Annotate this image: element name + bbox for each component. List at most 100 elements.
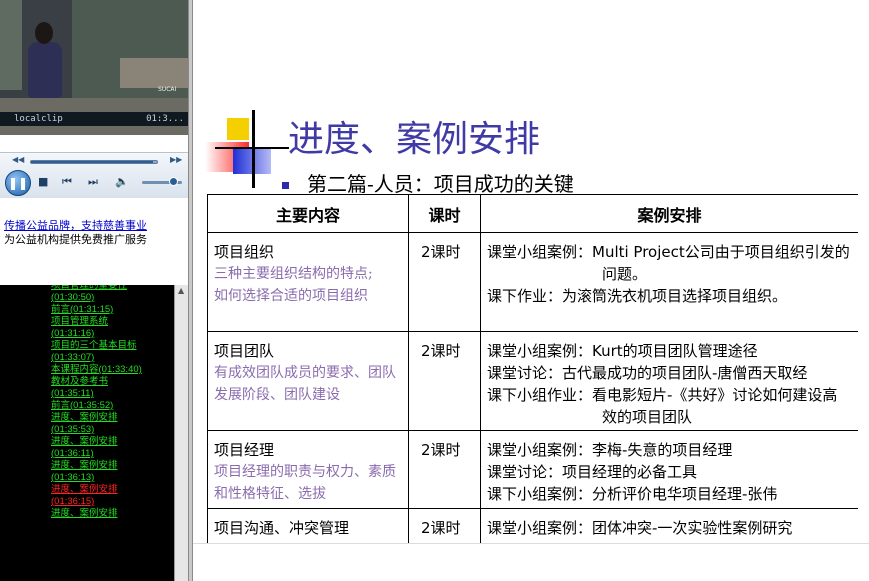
chapter-item-label: (01:33:07)	[51, 352, 95, 363]
chapter-item-label: 教材及参考书	[51, 376, 109, 387]
chapter-item-label: 进度、案例安排	[51, 412, 118, 423]
chapter-item[interactable]: 进度、案例安排 (01:36:11)	[0, 436, 174, 460]
case-item: 课堂小组案例：Kurt的项目团队管理途径	[487, 342, 758, 360]
case-item: 课堂讨论：古代最成功的项目团队-唐僧西天取经	[487, 364, 808, 382]
chapter-item-label: 项目管理的重要性	[51, 285, 128, 291]
clip-time: 01:3...	[146, 114, 184, 124]
hours-cell: 2课时	[408, 430, 481, 509]
topic-cell: 项目沟通、冲突管理	[207, 508, 409, 543]
lecturer-figure	[28, 42, 62, 98]
topic-name: 项目团队	[214, 342, 275, 360]
scroll-up-icon[interactable]: ▲	[178, 286, 184, 295]
chapter-item-label: 进度、案例安排	[51, 508, 118, 519]
chapter-item-label: 前言(01:35:52)	[51, 400, 114, 411]
clip-name: localclip	[14, 114, 63, 124]
chapter-item-label: 项目的三个基本目标	[51, 340, 137, 351]
chapter-item[interactable]: 教材及参考书 (01:35:11)	[0, 376, 174, 400]
cases-cell: 课堂小组案例：Kurt的项目团队管理途径课堂讨论：古代最成功的项目团队-唐僧西天…	[480, 331, 858, 431]
chapter-scrollbar[interactable]: ▲	[174, 285, 188, 581]
column-header: 课时	[408, 194, 481, 233]
chapter-item-label: (01:30:50)	[51, 292, 95, 303]
chapter-item[interactable]: 进度、案例安排 (01:35:53)	[0, 412, 174, 436]
topic-description: 项目经理的职责与权力、素质和性格特征、选拔	[214, 464, 396, 502]
title-decoration	[215, 147, 289, 149]
chapter-item[interactable]: 进度、案例安排 (01:36:13)	[0, 460, 174, 484]
seek-slider[interactable]	[30, 160, 158, 164]
promo-link[interactable]: 传播公益品牌，支持慈善事业	[4, 219, 188, 233]
hours-cell: 2课时	[408, 232, 481, 332]
slide-top-margin	[193, 0, 869, 38]
topic-name: 项目经理	[214, 441, 275, 459]
bullet-icon	[282, 182, 289, 189]
left-panel: SUCAI localclip 01:3... ◀◀ ▶▶ ❚❚ ■ ⏮ ⏭ 🔈…	[0, 0, 192, 581]
case-item: 课下作业：为滚筒洗衣机项目选择项目组织。	[487, 287, 788, 305]
case-item: 课堂小组案例：团体冲突-一次实验性案例研究	[487, 519, 793, 537]
case-item: 课下小组作业：看电影短片-《共好》讨论如何建设高效的项目团队	[487, 386, 838, 426]
case-item: 课下小组案例：分析评价电华项目经理-张伟	[487, 485, 778, 503]
hours-cell: 2课时	[408, 508, 481, 543]
media-player-controls: ◀◀ ▶▶ ❚❚ ■ ⏮ ⏭ 🔈	[0, 152, 188, 198]
topic-name: 项目组织	[214, 243, 275, 261]
chapter-item-label: 项目管理系统	[51, 316, 109, 327]
topic-description: 如何选择合适的项目组织	[214, 288, 368, 304]
chapter-item-label: 进度、案例安排	[51, 460, 118, 471]
topic-cell: 项目团队 有成效团队成员的要求、团队发展阶段、团队建设	[207, 331, 409, 431]
next-icon[interactable]: ⏭	[88, 176, 98, 188]
title-decoration	[227, 118, 249, 140]
table-row: 项目团队 有成效团队成员的要求、团队发展阶段、团队建设 2课时 课堂小组案例：Kurt…	[207, 331, 858, 431]
table-body: 项目组织 三种主要组织结构的特点; 如何选择合适的项目组织 2课时 课堂小组案例：Mul…	[207, 232, 858, 543]
topic-cell: 项目组织三种主要组织结构的特点; 如何选择合适的项目组织	[207, 232, 409, 332]
video-status-bar: localclip 01:3...	[0, 112, 188, 126]
schedule-table-wrapper: 主要内容 课时 案例安排 项目组织三种主要组织结构的特点; 如何选择合适的项目组织…	[207, 194, 858, 543]
chapter-item[interactable]: 项目的三个基本目标 (01:33:07)	[0, 340, 174, 364]
volume-slider[interactable]	[142, 177, 182, 186]
case-item: 课堂小组案例：李梅-失意的项目经理	[487, 441, 733, 459]
cases-cell: 课堂小组案例：Multi Project公司由于项目组织引发的问题。课下作业：为…	[480, 232, 858, 332]
speaker-icon[interactable]: 🔈	[115, 176, 129, 188]
cases-cell: 课堂小组案例：团体冲突-一次实验性案例研究	[480, 508, 858, 543]
table-row: 项目沟通、冲突管理 2课时 课堂小组案例：团体冲突-一次实验性案例研究	[207, 508, 858, 543]
topic-cell: 项目经理项目经理的职责与权力、素质和性格特征、选拔	[207, 430, 409, 509]
chapter-item-label: (01:31:16)	[51, 328, 95, 339]
chapter-item-label: 前言(01:31:15)	[51, 304, 114, 315]
chapter-item[interactable]: 进度、案例安排	[0, 508, 174, 520]
chapter-item-label: 本课程内容(01:33:40)	[51, 364, 142, 375]
case-item: 课堂讨论：项目经理的必备工具	[487, 463, 698, 481]
slide-bottom-margin	[193, 543, 869, 581]
chapter-item[interactable]: 进度、案例安排 (01:36:15)	[0, 484, 174, 508]
video-scene	[120, 58, 188, 88]
video-scene	[0, 0, 22, 90]
chapter-item-label: (01:35:11)	[51, 388, 94, 399]
video-frame[interactable]: SUCAI localclip 01:3...	[0, 0, 188, 135]
video-logo: SUCAI	[158, 86, 177, 93]
table-header-row: 主要内容 课时 案例安排	[207, 194, 858, 233]
table-row: 项目经理 项目经理的职责与权力、素质和性格特征、选拔 2课时 课堂小组案例：李梅-失意…	[207, 430, 858, 509]
schedule-table: 主要内容 课时 案例安排 项目组织三种主要组织结构的特点; 如何选择合适的项目组织…	[207, 194, 858, 543]
chapter-item[interactable]: 前言(01:35:52)	[0, 400, 174, 412]
promo-block: 传播公益品牌，支持慈善事业 为公益机构提供免费推广服务	[4, 219, 188, 247]
chapter-list-items: 项目管理的重要性 (01:30:50) 前言(01:31:15) 项目管理系统 (01:…	[0, 285, 174, 520]
case-item: 课堂小组案例：Multi Project公司由于项目组织引发的问题。	[487, 243, 850, 283]
chapter-item[interactable]: 项目管理系统 (01:31:16)	[0, 316, 174, 340]
chapter-item-label: 进度、案例安排	[51, 436, 118, 447]
stop-icon[interactable]: ■	[38, 176, 48, 188]
volume-knob[interactable]	[169, 177, 179, 186]
chapter-item-label: (01:35:53)	[51, 424, 95, 435]
chapter-item[interactable]: 本课程内容(01:33:40)	[0, 364, 174, 376]
topic-name: 项目沟通、冲突管理	[214, 519, 350, 537]
chapter-item[interactable]: 前言(01:31:15)	[0, 304, 174, 316]
chapter-list: 项目管理的重要性 (01:30:50) 前言(01:31:15) 项目管理系统 (01:…	[0, 285, 188, 581]
previous-icon[interactable]: ⏮	[62, 176, 72, 188]
seek-row: ◀◀ ▶▶	[0, 155, 188, 167]
chapter-item[interactable]: 项目管理的重要性 (01:30:50)	[0, 285, 174, 304]
lecturer-figure	[35, 22, 53, 44]
seek-progress	[31, 161, 154, 163]
rewind-icon[interactable]: ◀◀	[12, 155, 24, 164]
topic-description: 三种主要组织结构的特点;	[214, 266, 373, 282]
pause-icon[interactable]: ❚❚	[5, 170, 31, 196]
column-header: 案例安排	[480, 194, 858, 233]
slide-title: 进度、案例安排	[288, 119, 541, 160]
promo-text: 为公益机构提供免费推广服务	[4, 233, 147, 246]
chapter-item-label: (01:36:13)	[51, 472, 95, 483]
fast-forward-icon[interactable]: ▶▶	[170, 155, 182, 164]
